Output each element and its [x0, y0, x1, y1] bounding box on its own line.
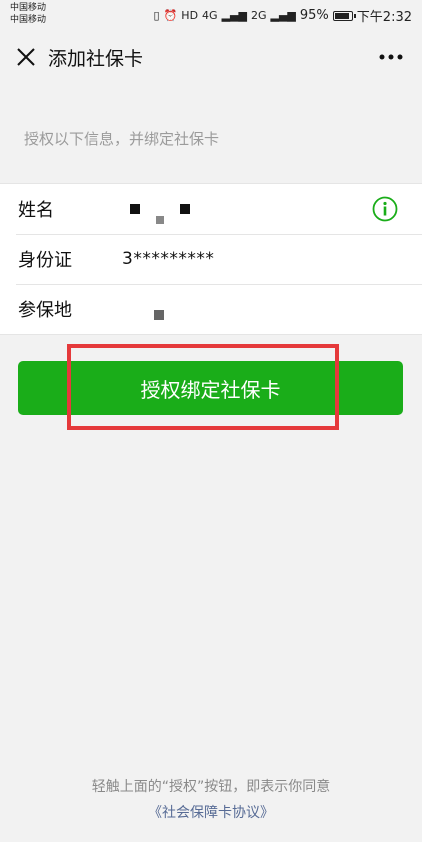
name-label: 姓名: [18, 200, 54, 221]
more-button[interactable]: [376, 42, 406, 72]
alarm-icon: ⏰: [163, 8, 178, 22]
network-2-label: 2G: [250, 8, 267, 22]
info-icon[interactable]: [372, 196, 398, 222]
info-row-name: 姓名: [0, 184, 422, 234]
bind-card-button[interactable]: 授权绑定社保卡: [18, 361, 403, 415]
close-button[interactable]: [6, 37, 46, 77]
signal-2-icon: ▂▄▆: [270, 8, 296, 22]
battery-icon: [332, 10, 356, 21]
status-icons: ▯ ⏰ HD 4G ▂▄▆ 2G ▂▄▆ 95% 下午2:32: [154, 6, 412, 25]
clock: 下午2:32: [356, 10, 412, 25]
info-card: 姓名 身份证 3********* 参保地: [0, 183, 422, 335]
name-mask-block: [130, 204, 140, 214]
carrier-1: 中国移动: [10, 3, 47, 13]
info-row-location: 参保地: [0, 284, 422, 334]
id-label: 身份证: [18, 250, 72, 271]
name-mask-block: [180, 204, 190, 214]
id-value: 3*********: [122, 249, 215, 269]
agreement-notice: 轻触上面的“授权”按钮，即表示你同意: [91, 779, 331, 795]
info-row-id: 身份证 3*********: [0, 234, 422, 284]
authorization-hint: 授权以下信息，并绑定社保卡: [24, 130, 220, 148]
more-icon: [379, 54, 403, 60]
location-label: 参保地: [18, 300, 72, 321]
signal-1-icon: ▂▄▆: [221, 8, 247, 22]
battery-percent: 95%: [299, 8, 329, 23]
status-bar: 中国移动 中国移动 ▯ ⏰ HD 4G ▂▄▆ 2G ▂▄▆ 95% 下午2:3…: [0, 0, 422, 32]
location-mask-block: [154, 310, 164, 320]
page-title: 添加社保卡: [48, 47, 144, 70]
carrier-2: 中国移动: [10, 15, 47, 25]
network-1-label: 4G: [202, 8, 218, 22]
hd-icon: HD: [181, 8, 199, 22]
name-mask-block: [156, 216, 164, 224]
nav-bar: 添加社保卡: [0, 32, 422, 82]
carrier-info: 中国移动 中国移动: [10, 2, 46, 26]
agreement-link[interactable]: 《社会保障卡协议》: [0, 802, 422, 822]
vibrate-icon: ▯: [153, 8, 160, 22]
close-icon: [17, 48, 35, 66]
